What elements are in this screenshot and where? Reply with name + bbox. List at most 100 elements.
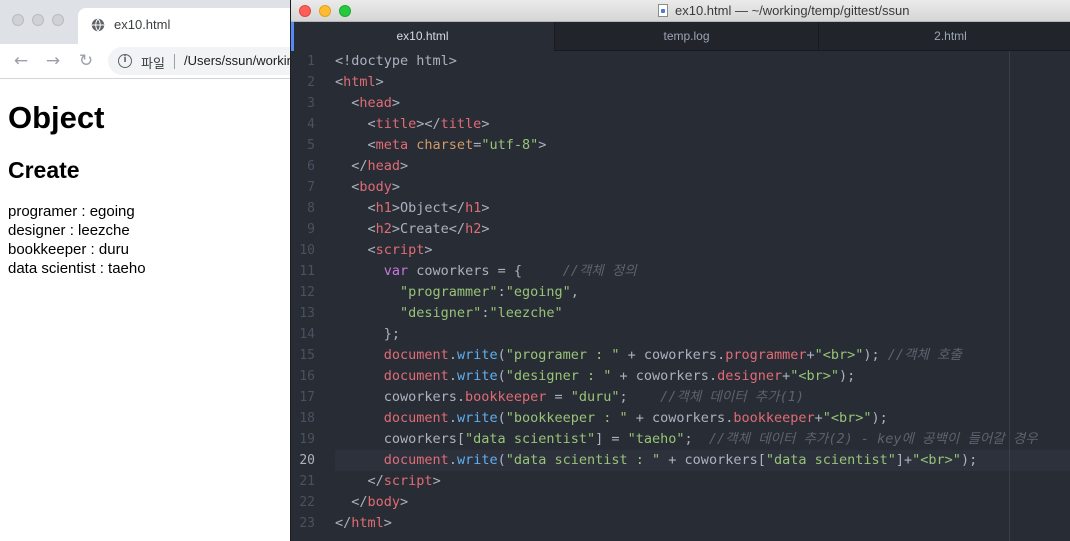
code-line[interactable]: <script>	[335, 240, 433, 261]
forward-arrow-icon[interactable]: →	[43, 51, 63, 71]
code-line[interactable]: </script>	[335, 471, 441, 492]
code-token: };	[335, 326, 401, 342]
code-token: head	[359, 95, 392, 111]
code-line[interactable]: <head>	[335, 93, 400, 114]
address-scheme-label: 파일	[141, 56, 165, 71]
code-line[interactable]: var coworkers = { //객체 정의	[335, 261, 637, 282]
browser-tab[interactable]: ex10.html	[78, 8, 300, 44]
code-token: //객체 데이터 추가(2) - key에 공백이 들어갈 경우	[708, 431, 1038, 447]
code-line[interactable]: document.write("bookkeeper : " + coworke…	[335, 408, 888, 429]
address-separator	[174, 54, 175, 69]
code-token: .	[448, 410, 457, 426]
line-number: 5	[307, 138, 315, 153]
reload-icon[interactable]: ↻	[76, 51, 96, 71]
code-token: body	[367, 494, 401, 510]
code-token: ;	[619, 389, 661, 405]
code-token: "<br>"	[790, 368, 840, 384]
browser-tab-title: ex10.html	[114, 17, 171, 32]
code-token: h2	[375, 221, 392, 237]
page-content: Object Create programer : egoing designe…	[8, 80, 298, 278]
code-token: body	[359, 179, 392, 195]
code-token: :	[497, 284, 506, 300]
editor-tab-ex10[interactable]: ex10.html	[291, 22, 555, 51]
editor-window: ex10.html — ~/working/temp/gittest/ssun …	[290, 0, 1070, 541]
code-line[interactable]: </head>	[335, 156, 408, 177]
code-token: "taeho"	[627, 431, 685, 447]
browser-minimize-button[interactable]	[32, 14, 44, 26]
browser-window: ex10.html ← → ↻ i 파일 /Users/ssun/working…	[0, 0, 300, 541]
code-token: </	[335, 158, 368, 174]
code-token: document	[383, 347, 449, 363]
editor-tab-2-html[interactable]: 2.html	[819, 22, 1070, 51]
address-bar[interactable]: i 파일 /Users/ssun/working/temp/gittest/ss…	[108, 47, 300, 75]
code-token: (	[497, 410, 506, 426]
code-token: <	[335, 116, 376, 132]
line-number: 13	[299, 306, 315, 321]
code-line[interactable]: document.write("designer : " + coworkers…	[335, 366, 856, 387]
line-number: 12	[299, 285, 315, 300]
code-line[interactable]: <html>	[335, 72, 384, 93]
code-token: head	[367, 158, 401, 174]
code-area[interactable]: <!doctype html> <html> <head> <title></ti…	[335, 51, 1070, 541]
line-number: 23	[299, 516, 315, 531]
editor-zoom-button[interactable]	[339, 5, 351, 17]
code-token: >	[391, 95, 401, 111]
browser-zoom-button[interactable]	[52, 14, 64, 26]
back-arrow-icon[interactable]: ←	[11, 51, 31, 71]
code-token: write	[456, 347, 498, 363]
code-token: </	[335, 494, 368, 510]
code-line[interactable]: coworkers["data scientist"] = "taeho"; /…	[335, 429, 1038, 450]
code-token: >	[481, 200, 490, 216]
code-token: + coworkers.	[627, 410, 734, 426]
code-token: <!doctype html>	[335, 53, 457, 69]
code-token: >Object</	[391, 200, 466, 216]
address-url[interactable]: /Users/ssun/working/temp/gittest/ssun/ex…	[184, 53, 300, 68]
editor-minimize-button[interactable]	[319, 5, 331, 17]
code-token: <	[335, 242, 376, 258]
code-token: <	[335, 221, 376, 237]
code-line[interactable]: coworkers.bookkeeper = "duru"; //객체 데이터 …	[335, 387, 804, 408]
code-token: >	[481, 116, 490, 132]
code-line[interactable]: };	[335, 324, 400, 345]
code-token: designer	[717, 368, 783, 384]
line-number: 18	[299, 411, 315, 426]
editor-tab-label: ex10.html	[396, 29, 449, 43]
code-line[interactable]: <h1>Object</h1>	[335, 198, 490, 219]
code-line[interactable]: document.write("data scientist : " + cow…	[335, 450, 977, 471]
code-line[interactable]: </html>	[335, 513, 392, 534]
line-number: 14	[299, 327, 315, 342]
code-token: );	[960, 452, 978, 468]
code-line[interactable]: <meta charset="utf-8">	[335, 135, 547, 156]
editor-tab-temp-log[interactable]: temp.log	[555, 22, 819, 51]
code-line[interactable]: document.write("programer : " + coworker…	[335, 345, 962, 366]
code-token: <	[335, 200, 376, 216]
code-token: </	[335, 515, 352, 531]
line-number-gutter: 1 2 3 4 5 6 7 8 9 10 11 12 13 14 15 16 17 18 19 20 21 22 23	[291, 51, 323, 541]
info-icon[interactable]: i	[118, 54, 132, 68]
code-line[interactable]: <h2>Create</h2>	[335, 219, 490, 240]
code-token: "leezche"	[489, 305, 563, 321]
code-line[interactable]: <title></title>	[335, 114, 490, 135]
editor-close-button[interactable]	[299, 5, 311, 17]
code-line[interactable]: </body>	[335, 492, 408, 513]
code-token: script	[375, 242, 425, 258]
code-line[interactable]: "designer":"leezche"	[335, 303, 563, 324]
code-token: .	[448, 452, 457, 468]
code-token: </	[335, 473, 384, 489]
code-line[interactable]: <body>	[335, 177, 400, 198]
document-icon	[658, 4, 668, 17]
code-token: );	[839, 368, 856, 384]
code-token: .	[448, 368, 457, 384]
code-token: >	[375, 74, 384, 90]
line-number: 17	[299, 390, 315, 405]
code-token: //객체 데이터 추가(1)	[660, 389, 804, 405]
page-output: programer : egoing designer : leezche bo…	[8, 202, 298, 278]
code-line[interactable]: "programmer":"egoing",	[335, 282, 579, 303]
browser-close-button[interactable]	[12, 14, 24, 26]
output-line: data scientist : taeho	[8, 260, 146, 277]
code-line[interactable]: <!doctype html>	[335, 51, 457, 72]
editor-tab-label: temp.log	[663, 29, 710, 43]
